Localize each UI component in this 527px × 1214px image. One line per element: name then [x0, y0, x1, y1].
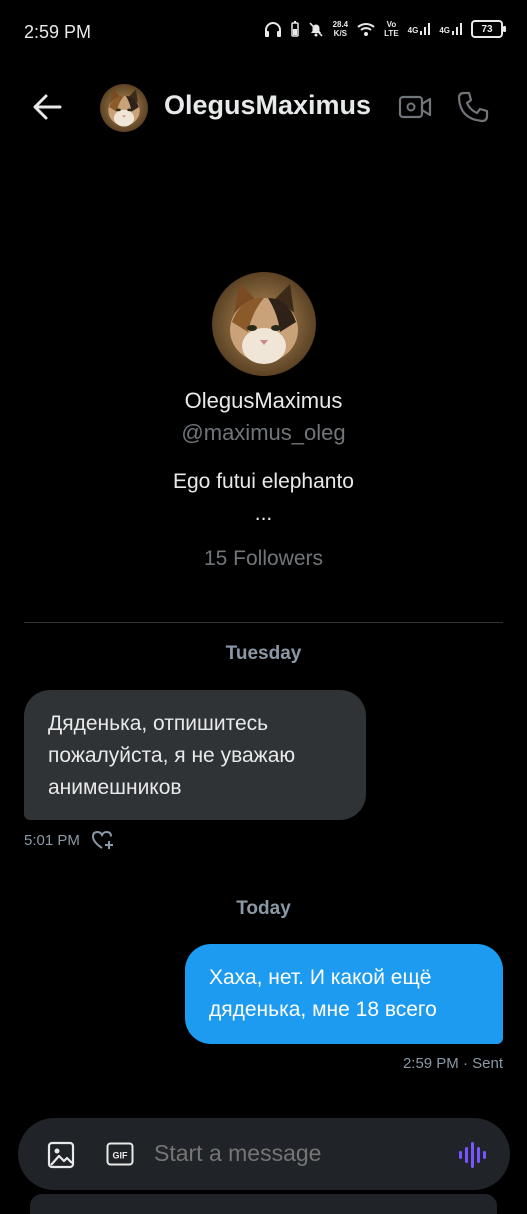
arrow-left-icon[interactable]: [30, 90, 64, 124]
image-icon[interactable]: [46, 1140, 76, 1170]
divider: [24, 622, 503, 623]
add-reaction-icon[interactable]: [90, 829, 114, 851]
incoming-message-meta: 5:01 PM: [24, 829, 114, 851]
signal-indicator-1: 4G: [408, 23, 431, 35]
phone-icon[interactable]: [456, 90, 490, 124]
conversation-header: OlegusMaximus: [0, 74, 527, 140]
profile-name[interactable]: OlegusMaximus: [0, 388, 527, 414]
profile-bio-more: ...: [254, 502, 273, 525]
signal-indicator-2: 4G: [439, 23, 462, 35]
status-time: 2:59 PM: [24, 22, 92, 42]
gif-icon[interactable]: GIF: [106, 1142, 134, 1166]
status-icons: 28.4 K/S Vo LTE 4G 4G 73: [264, 20, 506, 38]
avatar[interactable]: [100, 84, 148, 132]
video-camera-icon[interactable]: [398, 92, 432, 122]
headphones-icon: [264, 22, 281, 37]
signal-icon: [420, 23, 431, 35]
signal-icon: [452, 23, 462, 35]
network-speed: 28.4 K/S: [332, 20, 349, 38]
cat-avatar-image: [100, 84, 148, 132]
profile-avatar[interactable]: [212, 272, 316, 376]
voice-message-icon[interactable]: [458, 1140, 486, 1170]
outgoing-message[interactable]: Хаха, нет. И какой ещё дяденька, мне 18 …: [185, 944, 503, 1044]
header-title[interactable]: OlegusMaximus: [164, 90, 371, 121]
incoming-message[interactable]: Дяденька, отпишитесь пожалуйста, я не ув…: [24, 690, 366, 820]
profile-handle[interactable]: @maximus_oleg: [0, 420, 527, 446]
cat-avatar-image: [212, 272, 316, 376]
bell-muted-icon: [308, 22, 323, 37]
status-bar: 2:59 PM 28.4 K/S Vo LTE 4G 4G 73: [0, 0, 527, 64]
keyboard-edge: [30, 1194, 497, 1214]
message-input[interactable]: [154, 1140, 424, 1167]
day-separator: Tuesday: [225, 643, 302, 664]
wifi-icon: [357, 23, 375, 36]
followers-count[interactable]: 15 Followers: [0, 547, 527, 571]
volte-indicator: Vo LTE: [384, 20, 399, 38]
battery-saver-icon: [290, 21, 299, 37]
svg-text:GIF: GIF: [113, 1151, 129, 1161]
outgoing-message-meta: 2:59 PM · Sent: [402, 1055, 503, 1072]
battery-icon: 73: [471, 20, 506, 38]
message-composer: GIF: [18, 1118, 510, 1190]
message-time: 5:01 PM: [24, 831, 80, 849]
day-separator: Today: [236, 898, 291, 919]
profile-bio: Ego futui elephanto: [173, 470, 354, 493]
